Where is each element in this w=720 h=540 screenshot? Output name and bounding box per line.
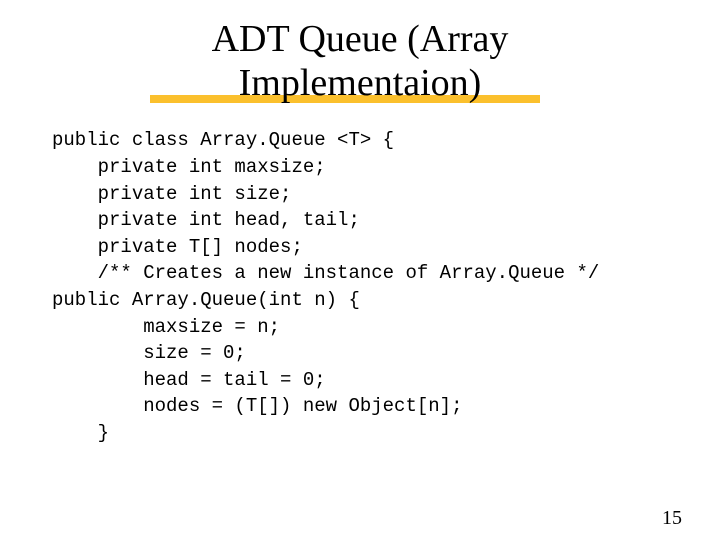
title-line-2: Implementaion) — [239, 62, 482, 104]
title-line-1: ADT Queue (Array — [212, 18, 509, 60]
slide: ADT Queue (Array Implementaion) public c… — [0, 18, 720, 540]
code-line: private int maxsize; — [52, 156, 326, 178]
code-line: private T[] nodes; — [52, 236, 303, 258]
code-line: nodes = (T[]) new Object[n]; — [52, 395, 462, 417]
title-block: ADT Queue (Array Implementaion) — [80, 18, 640, 105]
code-line: head = tail = 0; — [52, 369, 326, 391]
code-line: } — [52, 422, 109, 444]
code-line: public class Array.Queue <T> { — [52, 129, 394, 151]
code-line: size = 0; — [52, 342, 246, 364]
page-number: 15 — [662, 507, 682, 530]
code-line: maxsize = n; — [52, 316, 280, 338]
code-line: public Array.Queue(int n) { — [52, 289, 360, 311]
code-line: /** Creates a new instance of Array.Queu… — [52, 262, 599, 284]
code-line: private int head, tail; — [52, 209, 360, 231]
code-block: public class Array.Queue <T> { private i… — [52, 127, 720, 446]
slide-title: ADT Queue (Array Implementaion) — [80, 18, 640, 105]
code-line: private int size; — [52, 183, 291, 205]
